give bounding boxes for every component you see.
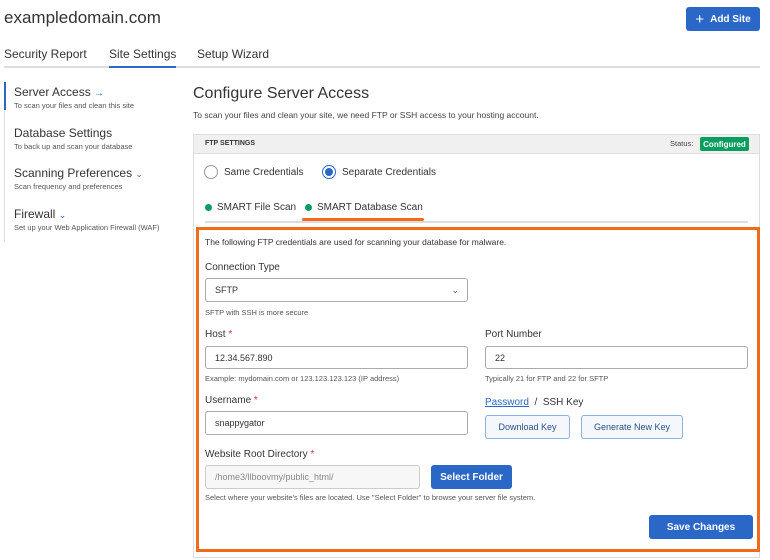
connection-type-select[interactable]: SFTP ⌄	[205, 278, 468, 302]
tab-setup-wizard[interactable]: Setup Wizard	[197, 47, 269, 61]
port-help: Typically 21 for FTP and 22 for SFTP	[485, 374, 609, 383]
status-dot-icon	[305, 203, 312, 211]
port-label: Port Number	[485, 329, 542, 340]
connection-type-help: SFTP with SSH is more secure	[205, 308, 309, 317]
tab-smart-file-scan[interactable]: SMART File Scan	[205, 202, 296, 213]
radio-same-credentials[interactable]: Same Credentials	[204, 165, 303, 179]
chevron-down-icon: ⌄	[58, 210, 67, 220]
status-badge: Configured	[700, 137, 749, 151]
select-folder-button[interactable]: Select Folder	[431, 465, 512, 489]
tab-security-report[interactable]: Security Report	[4, 47, 87, 61]
status-dot-icon	[205, 203, 212, 211]
root-dir-label-text: Website Root Directory	[205, 449, 308, 460]
root-dir-help: Select where your website's files are lo…	[205, 493, 536, 502]
radio-label: Same Credentials	[224, 166, 304, 178]
download-key-button[interactable]: Download Key	[485, 415, 570, 439]
required-mark: *	[228, 329, 233, 340]
scan-tabs-divider	[205, 221, 748, 223]
connection-type-label: Connection Type	[205, 262, 280, 273]
sidebar-item-label: Database Settings	[14, 126, 113, 140]
sidebar-item-sub: Set up your Web Application Firewall (WA…	[14, 223, 160, 232]
sidebar-item-server-access[interactable]: Server Access → To scan your files and c…	[14, 85, 134, 110]
radio-circle	[204, 165, 218, 179]
tab-label: SMART Database Scan	[317, 202, 423, 213]
required-mark: *	[253, 395, 258, 406]
root-dir-label: Website Root Directory *	[205, 449, 314, 460]
root-dir-input[interactable]: /home3/llboovmy/public_html/	[205, 465, 420, 489]
page-description: To scan your files and clean your site, …	[193, 110, 539, 120]
generate-new-key-button[interactable]: Generate New Key	[581, 415, 683, 439]
chevron-down-icon: ⌄	[135, 169, 143, 179]
username-label: Username *	[205, 395, 258, 406]
arrow-right-icon: →	[94, 88, 105, 99]
sidebar-item-label: Scanning Preferences	[14, 166, 133, 180]
ssh-key-link[interactable]: SSH Key	[543, 397, 584, 408]
radio-circle-checked	[322, 165, 336, 179]
chevron-down-icon: ⌄	[451, 284, 459, 295]
auth-toggle: Password / SSH Key	[485, 397, 583, 408]
active-tab-underline	[302, 218, 424, 221]
port-input[interactable]: 22	[485, 346, 748, 369]
add-site-label: Add Site	[710, 13, 751, 25]
highlight-box	[196, 227, 760, 552]
host-label: Host *	[205, 329, 232, 340]
site-title: exampledomain.com	[4, 8, 161, 27]
username-label-text: Username	[205, 395, 252, 406]
tab-label: SMART File Scan	[217, 202, 297, 213]
tab-smart-database-scan[interactable]: SMART Database Scan	[305, 202, 423, 213]
intro-text: The following FTP credentials are used f…	[205, 237, 507, 247]
sidebar-item-firewall[interactable]: Firewall ⌄ Set up your Web Application F…	[14, 207, 159, 232]
required-mark: *	[310, 449, 315, 460]
password-link[interactable]: Password	[485, 397, 529, 408]
sidebar-item-label: Server Access	[14, 85, 91, 99]
host-label-text: Host	[205, 329, 226, 340]
status-label: Status:	[670, 139, 694, 148]
username-input[interactable]: snappygator	[205, 411, 468, 435]
select-value: SFTP	[215, 285, 239, 295]
add-site-button[interactable]: + Add Site	[686, 7, 760, 31]
separator: /	[534, 397, 538, 408]
save-changes-button[interactable]: Save Changes	[649, 515, 753, 539]
radio-separate-credentials[interactable]: Separate Credentials	[322, 165, 436, 179]
page-title: Configure Server Access	[193, 85, 370, 102]
sidebar-active-indicator	[4, 82, 6, 110]
tab-site-settings[interactable]: Site Settings	[109, 47, 177, 68]
host-help: Example: mydomain.com or 123.123.123.123…	[205, 374, 400, 383]
sidebar-item-sub: To back up and scan your database	[14, 142, 133, 151]
plus-icon: +	[695, 10, 705, 28]
sidebar-item-label: Firewall	[14, 207, 56, 221]
sidebar-item-database-settings[interactable]: Database Settings To back up and scan yo…	[14, 126, 132, 151]
panel-header-title: FTP SETTINGS	[205, 140, 256, 147]
sidebar-item-scanning-preferences[interactable]: Scanning Preferences ⌄ Scan frequency an…	[14, 166, 143, 191]
sidebar-item-sub: Scan frequency and preferences	[14, 182, 123, 191]
host-input[interactable]: 12.34.567.890	[205, 346, 468, 369]
radio-label: Separate Credentials	[342, 166, 436, 178]
sidebar-item-sub: To scan your files and clean this site	[14, 101, 135, 110]
